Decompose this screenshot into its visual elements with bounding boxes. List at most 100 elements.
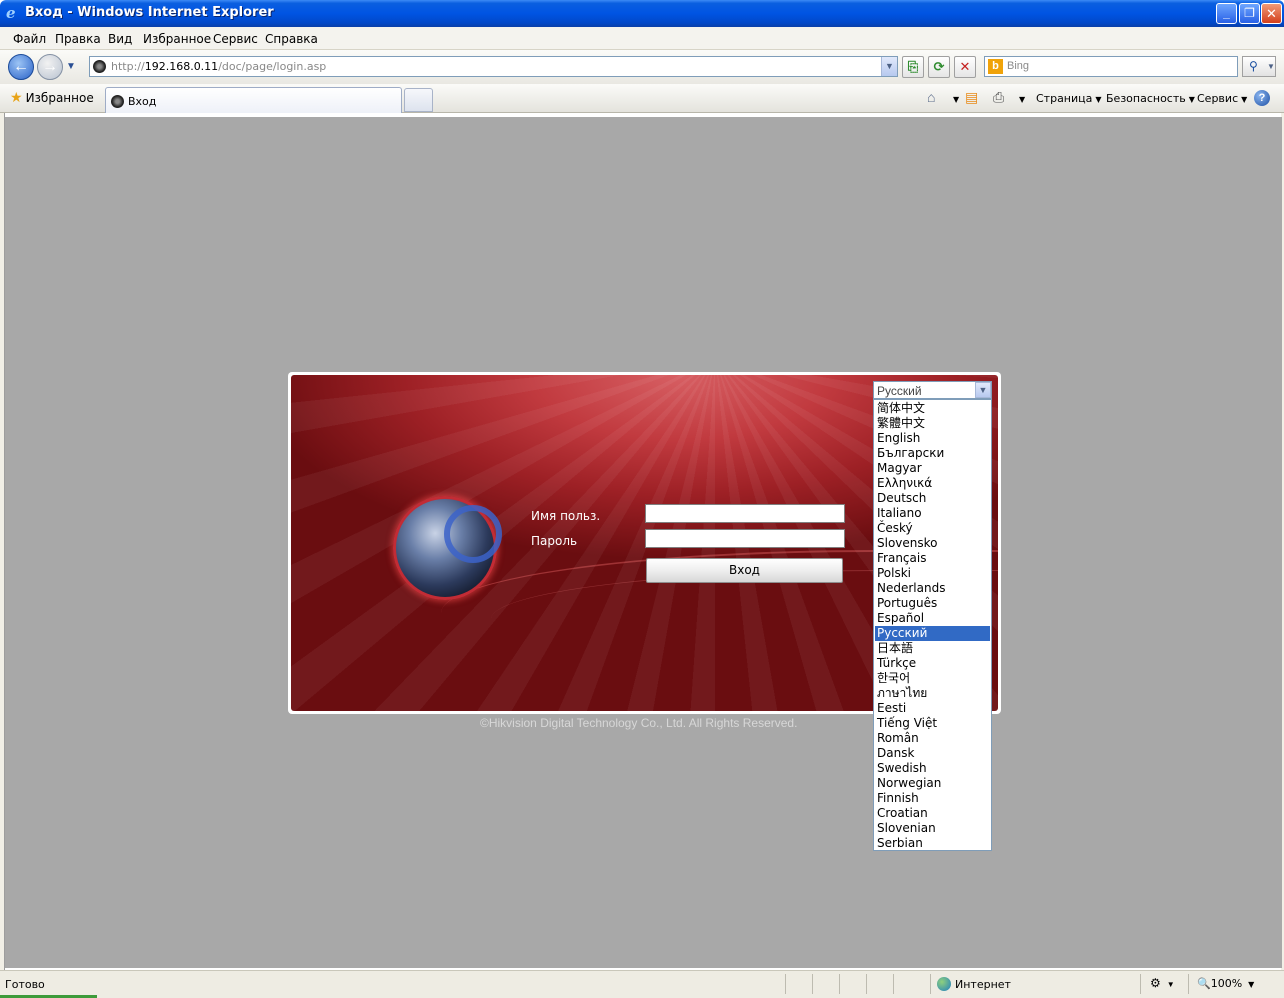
language-option[interactable]: Tiếng Việt bbox=[875, 716, 990, 731]
language-option[interactable]: Slovensko bbox=[875, 536, 990, 551]
protected-mode-icon[interactable]: ⚙ ▼ bbox=[1150, 976, 1175, 990]
status-separator bbox=[812, 974, 813, 994]
new-tab-button[interactable] bbox=[404, 88, 433, 112]
history-dropdown-icon[interactable]: ▼ bbox=[66, 61, 76, 72]
search-icon: ⚲ bbox=[1249, 59, 1258, 73]
language-dropdown-list: 简体中文 繁體中文 English Български Magyar Ελληνικά De… bbox=[873, 399, 992, 851]
search-input[interactable]: b Bing bbox=[984, 56, 1238, 77]
language-option[interactable]: Dansk bbox=[875, 746, 990, 761]
safety-menu-button[interactable]: Безопасность ▼ bbox=[1106, 92, 1195, 105]
stop-button[interactable]: ✕ bbox=[954, 56, 976, 78]
password-label: Пароль bbox=[531, 534, 578, 548]
status-text: Готово bbox=[5, 978, 45, 991]
back-button[interactable]: ← bbox=[8, 54, 34, 80]
security-zone[interactable]: Интернет bbox=[937, 977, 1011, 991]
favorites-button[interactable]: ★ Избранное bbox=[10, 90, 94, 106]
forward-button[interactable]: → bbox=[37, 54, 63, 80]
chevron-down-icon[interactable]: ▼ bbox=[975, 382, 991, 398]
language-option[interactable]: 简体中文 bbox=[875, 401, 990, 416]
language-option[interactable]: Serbian bbox=[875, 836, 990, 851]
language-option[interactable]: Ελληνικά bbox=[875, 476, 990, 491]
language-option[interactable]: Swedish bbox=[875, 761, 990, 776]
tools-menu-button[interactable]: Сервис ▼ bbox=[1197, 92, 1247, 105]
menu-tools[interactable]: Сервис bbox=[213, 32, 258, 46]
url-dropdown-icon[interactable]: ▼ bbox=[881, 57, 897, 76]
language-option[interactable]: Deutsch bbox=[875, 491, 990, 506]
search-options-icon: ▼ bbox=[1267, 62, 1275, 71]
menu-favorites[interactable]: Избранное bbox=[143, 32, 211, 46]
stop-icon: ✕ bbox=[959, 59, 971, 74]
window-title: Вход - Windows Internet Explorer bbox=[25, 5, 274, 20]
language-option[interactable]: Български bbox=[875, 446, 990, 461]
language-option[interactable]: 한국어 bbox=[875, 671, 990, 686]
login-button[interactable]: Вход bbox=[646, 558, 843, 583]
title-bar[interactable]: e Вход - Windows Internet Explorer _ ❐ ✕ bbox=[0, 0, 1284, 27]
status-separator bbox=[1140, 974, 1141, 994]
language-option[interactable]: Român bbox=[875, 731, 990, 746]
menu-file[interactable]: Файл bbox=[13, 32, 46, 46]
compat-view-icon: ⎘ bbox=[907, 59, 919, 74]
url-input[interactable]: http://192.168.0.11/doc/page/login.asp ▼ bbox=[89, 56, 898, 77]
tab-login[interactable]: Вход bbox=[105, 87, 402, 113]
language-option[interactable]: Croatian bbox=[875, 806, 990, 821]
language-select[interactable]: Русский ▼ bbox=[873, 381, 992, 399]
bing-logo-icon: b bbox=[988, 59, 1003, 74]
username-input[interactable] bbox=[645, 504, 845, 523]
language-option[interactable]: Magyar bbox=[875, 461, 990, 476]
url-text: http://192.168.0.11/doc/page/login.asp bbox=[111, 60, 327, 73]
language-option[interactable]: Finnish bbox=[875, 791, 990, 806]
language-option[interactable]: English bbox=[875, 431, 990, 446]
close-icon: ✕ bbox=[1266, 6, 1277, 21]
zoom-control[interactable]: 🔍100% ▼ bbox=[1197, 977, 1254, 990]
help-icon[interactable]: ? bbox=[1254, 90, 1270, 106]
status-separator bbox=[930, 974, 931, 994]
language-option[interactable]: 繁體中文 bbox=[875, 416, 990, 431]
language-selected-value: Русский bbox=[877, 384, 922, 398]
refresh-button[interactable]: ⟳ bbox=[928, 56, 950, 78]
password-input[interactable] bbox=[645, 529, 845, 548]
ie-logo-icon: e bbox=[6, 4, 16, 22]
language-option[interactable]: Eesti bbox=[875, 701, 990, 716]
copyright-text: ©Hikvision Digital Technology Co., Ltd. … bbox=[480, 716, 798, 730]
refresh-icon: ⟳ bbox=[933, 59, 945, 74]
language-option[interactable]: Türkçe bbox=[875, 656, 990, 671]
compat-view-button[interactable]: ⎘ bbox=[902, 56, 924, 78]
address-bar: ← → ▼ http://192.168.0.11/doc/page/login… bbox=[0, 50, 1284, 84]
search-button[interactable]: ⚲ ▼ bbox=[1242, 56, 1276, 77]
page-menu-button[interactable]: Страница ▼ bbox=[1036, 92, 1102, 105]
restore-icon: ❐ bbox=[1244, 6, 1255, 20]
search-placeholder: Bing bbox=[1007, 60, 1030, 72]
home-icon[interactable]: ⌂ bbox=[927, 89, 935, 105]
menu-edit[interactable]: Правка bbox=[55, 32, 101, 46]
back-arrow-icon: ← bbox=[13, 58, 29, 75]
print-icon[interactable]: ⎙ bbox=[993, 89, 1004, 106]
minimize-button[interactable]: _ bbox=[1216, 3, 1237, 24]
status-separator bbox=[839, 974, 840, 994]
site-favicon-icon bbox=[93, 60, 106, 73]
language-option[interactable]: Français bbox=[875, 551, 990, 566]
language-option[interactable]: Italiano bbox=[875, 506, 990, 521]
language-option[interactable]: Slovenian bbox=[875, 821, 990, 836]
language-option[interactable]: ภาษาไทย bbox=[875, 686, 990, 701]
print-dropdown-icon[interactable]: ▼ bbox=[1016, 92, 1025, 105]
language-option[interactable]: Norwegian bbox=[875, 776, 990, 791]
hikvision-globe-logo bbox=[393, 496, 502, 600]
language-option[interactable]: Español bbox=[875, 611, 990, 626]
tab-label: Вход bbox=[128, 95, 157, 108]
language-option[interactable]: Português bbox=[875, 596, 990, 611]
command-bar: ★ Избранное Вход ⌂ ▼ ▤ ⎙ ▼ Страница ▼ Безо… bbox=[0, 84, 1284, 113]
language-option[interactable]: Nederlands bbox=[875, 581, 990, 596]
status-separator bbox=[1188, 974, 1189, 994]
status-separator bbox=[866, 974, 867, 994]
feeds-icon[interactable]: ▤ bbox=[965, 89, 978, 106]
language-option[interactable]: Polski bbox=[875, 566, 990, 581]
home-dropdown-icon[interactable]: ▼ bbox=[950, 92, 959, 105]
internet-globe-icon bbox=[937, 977, 951, 991]
menu-help[interactable]: Справка bbox=[265, 32, 318, 46]
menu-view[interactable]: Вид bbox=[108, 32, 132, 46]
language-option[interactable]: Český bbox=[875, 521, 990, 536]
language-option[interactable]: 日本語 bbox=[875, 641, 990, 656]
close-button[interactable]: ✕ bbox=[1261, 3, 1282, 24]
language-option[interactable]: Русский bbox=[875, 626, 990, 641]
restore-button[interactable]: ❐ bbox=[1239, 3, 1260, 24]
